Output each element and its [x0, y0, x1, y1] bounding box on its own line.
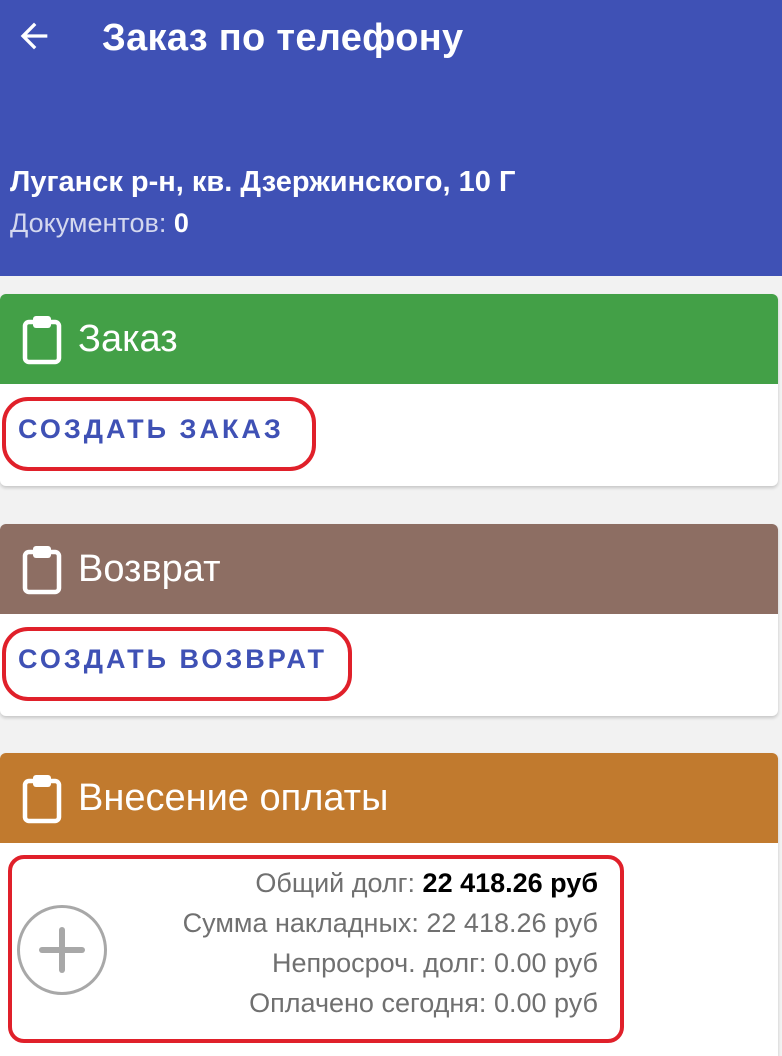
order-card-body: СОЗДАТЬ ЗАКАЗ: [0, 384, 778, 486]
documents-label: Документов:: [10, 208, 167, 238]
paid-today-line: Оплачено сегодня: 0.00 руб: [183, 983, 598, 1023]
back-button[interactable]: [10, 12, 58, 60]
return-card-title: Возврат: [78, 547, 221, 590]
client-address: Луганск р-н, кв. Дзержинского, 10 Г: [10, 166, 516, 198]
add-payment-button[interactable]: [17, 905, 107, 995]
order-card: Заказ СОЗДАТЬ ЗАКАЗ: [0, 294, 778, 486]
documents-counter: Документов: 0: [10, 205, 189, 241]
payment-card-title: Внесение оплаты: [78, 776, 389, 819]
non-overdue-debt-line: Непросроч. долг: 0.00 руб: [183, 943, 598, 983]
create-return-button[interactable]: СОЗДАТЬ ВОЗВРАТ: [18, 644, 327, 675]
invoices-sum-label: Сумма накладных:: [182, 908, 419, 938]
payment-card: Внесение оплаты Общий долг: 22 418.26 ру…: [0, 753, 778, 1056]
clipboard-icon: [20, 543, 64, 595]
non-overdue-debt-label: Непросроч. долг:: [271, 948, 487, 978]
total-debt-line: Общий долг: 22 418.26 руб: [183, 863, 598, 903]
documents-count: 0: [173, 208, 189, 238]
order-card-header: Заказ: [0, 294, 778, 384]
create-order-button[interactable]: СОЗДАТЬ ЗАКАЗ: [18, 414, 284, 445]
payment-card-header: Внесение оплаты: [0, 753, 778, 843]
paid-today-value: 0.00 руб: [493, 988, 598, 1018]
total-debt-label: Общий долг:: [255, 868, 416, 898]
paid-today-label: Оплачено сегодня:: [249, 988, 487, 1018]
payment-card-body: Общий долг: 22 418.26 руб Сумма накладны…: [0, 843, 778, 1056]
app-screen: Заказ по телефону Луганск р-н, кв. Дзерж…: [0, 0, 782, 1056]
invoices-sum-value: 22 418.26 руб: [426, 908, 598, 938]
non-overdue-debt-value: 0.00 руб: [493, 948, 598, 978]
return-card-body: СОЗДАТЬ ВОЗВРАТ: [0, 614, 778, 716]
return-card: Возврат СОЗДАТЬ ВОЗВРАТ: [0, 524, 778, 716]
clipboard-icon: [20, 772, 64, 824]
arrow-left-icon: [20, 22, 48, 50]
clipboard-icon: [20, 313, 64, 365]
return-card-header: Возврат: [0, 524, 778, 614]
total-debt-value: 22 418.26 руб: [422, 868, 598, 898]
debt-info: Общий долг: 22 418.26 руб Сумма накладны…: [183, 863, 598, 1023]
plus-circle-icon: [39, 927, 85, 973]
order-card-title: Заказ: [78, 317, 178, 360]
app-header: Заказ по телефону Луганск р-н, кв. Дзерж…: [0, 0, 782, 276]
invoices-sum-line: Сумма накладных: 22 418.26 руб: [183, 903, 598, 943]
page-title: Заказ по телефону: [102, 17, 464, 59]
